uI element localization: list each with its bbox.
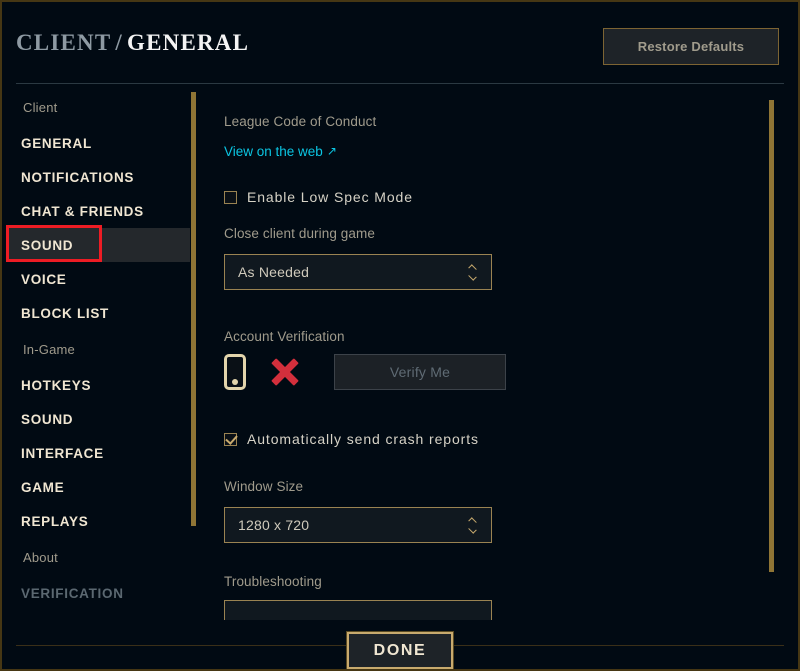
- restore-defaults-button[interactable]: Restore Defaults: [603, 28, 779, 65]
- window-size-dropdown[interactable]: 1280 x 720: [224, 507, 492, 543]
- red-x-icon: [268, 355, 302, 389]
- mobile-phone-icon: [224, 354, 246, 390]
- league-client-settings-window: CLIENT / GENERAL Restore Defaults Client GE…: [0, 0, 800, 671]
- sidebar-item-label: GENERAL: [21, 135, 92, 151]
- chevron-updown-icon[interactable]: [467, 262, 478, 282]
- sidebar-item-label: VERIFICATION: [21, 585, 124, 601]
- troubleshooting-dropdown[interactable]: [224, 600, 492, 620]
- verify-me-button[interactable]: Verify Me: [334, 354, 506, 390]
- header-divider: [16, 83, 784, 84]
- window-size-value: 1280 x 720: [238, 517, 310, 533]
- close-client-value: As Needed: [238, 264, 310, 280]
- content-scrollbar[interactable]: [769, 100, 774, 572]
- troubleshooting-label: Troubleshooting: [224, 574, 322, 589]
- sidebar-item-sound[interactable]: SOUND: [6, 225, 190, 262]
- sidebar-group-label: About: [23, 549, 58, 565]
- sidebar-item-label: INTERFACE: [21, 445, 104, 461]
- sidebar-item-label: BLOCK LIST: [21, 305, 109, 321]
- sidebar-item-sound[interactable]: SOUND: [2, 402, 198, 436]
- sidebar-item-label: SOUND: [21, 411, 74, 427]
- sidebar-item-voice[interactable]: VOICE: [2, 262, 198, 296]
- external-link-icon: ↗: [326, 144, 337, 158]
- breadcrumb-current: GENERAL: [127, 30, 250, 55]
- sidebar-item-chat-friends[interactable]: CHAT & FRIENDS: [2, 194, 198, 228]
- sidebar-item-notifications[interactable]: NOTIFICATIONS: [2, 160, 198, 194]
- sidebar-item-label: HOTKEYS: [21, 377, 92, 393]
- settings-footer: DONE: [2, 631, 798, 669]
- account-verification-label: Account Verification: [224, 329, 345, 344]
- sidebar-item-verification[interactable]: VERIFICATION: [2, 576, 198, 610]
- close-client-dropdown[interactable]: As Needed: [224, 254, 492, 290]
- low-spec-mode-checkbox[interactable]: [224, 190, 237, 204]
- crash-reports-label: Automatically send crash reports: [247, 431, 479, 447]
- breadcrumb-parent: CLIENT: [16, 30, 112, 55]
- sidebar-item-label: NOTIFICATIONS: [21, 169, 135, 185]
- sidebar-item-label: SOUND: [21, 237, 74, 253]
- sidebar-item-interface[interactable]: INTERFACE: [2, 436, 198, 470]
- low-spec-mode-label: Enable Low Spec Mode: [247, 189, 413, 205]
- sidebar-item-general[interactable]: GENERAL: [2, 126, 198, 160]
- code-of-conduct-label: League Code of Conduct: [224, 114, 377, 129]
- crash-reports-checkbox-row[interactable]: Automatically send crash reports: [224, 431, 479, 447]
- sidebar-item-label: CHAT & FRIENDS: [21, 203, 144, 219]
- window-size-label: Window Size: [224, 479, 304, 494]
- breadcrumb-separator: /: [115, 30, 123, 55]
- sidebar-group-label: Client: [23, 99, 58, 115]
- sidebar-item-label: GAME: [21, 479, 65, 495]
- sidebar-item-label: REPLAYS: [21, 513, 89, 529]
- sidebar-item-game[interactable]: GAME: [2, 470, 198, 504]
- sidebar-item-replays[interactable]: REPLAYS: [2, 504, 198, 538]
- sidebar-item-hotkeys[interactable]: HOTKEYS: [2, 368, 198, 402]
- settings-content-panel: League Code of Conduct View on the web ↗ …: [212, 98, 752, 620]
- chevron-updown-icon[interactable]: [467, 515, 478, 535]
- sidebar-item-label: VOICE: [21, 271, 67, 287]
- view-on-the-web-text: View on the web: [224, 144, 323, 159]
- sidebar-group-label: In-Game: [23, 341, 75, 357]
- account-verification-row: Verify Me: [224, 354, 506, 390]
- crash-reports-checkbox[interactable]: [224, 432, 237, 446]
- sidebar-item-block-list[interactable]: BLOCK LIST: [2, 296, 198, 330]
- done-button[interactable]: DONE: [346, 631, 454, 669]
- view-on-the-web-link[interactable]: View on the web ↗: [224, 144, 337, 159]
- close-client-label: Close client during game: [224, 226, 375, 241]
- settings-header: CLIENT / GENERAL Restore Defaults: [2, 2, 798, 84]
- settings-sidebar[interactable]: Client GENERAL NOTIFICATIONS CHAT & FRIENDS…: [2, 88, 198, 643]
- low-spec-mode-checkbox-row[interactable]: Enable Low Spec Mode: [224, 189, 413, 205]
- sidebar-scrollbar[interactable]: [191, 92, 196, 526]
- page-title: CLIENT / GENERAL: [16, 30, 249, 56]
